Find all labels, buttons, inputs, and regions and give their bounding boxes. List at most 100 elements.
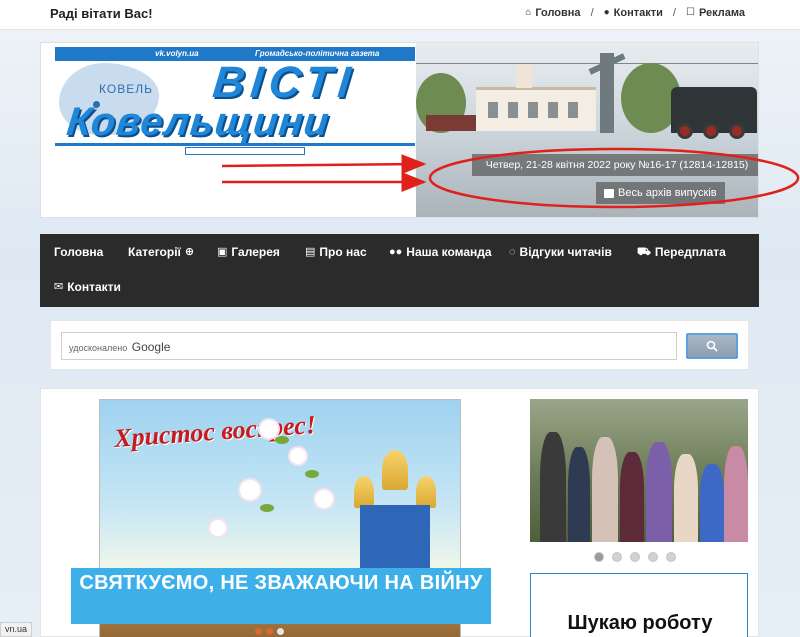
top-link-label: Контакти [613, 7, 663, 19]
issue-date-badge: Четвер, 21-28 квітня 2022 року №16-17 (1… [472, 154, 758, 176]
nav-item-label: Галерея [231, 245, 280, 259]
image-icon: ▣ [217, 245, 228, 258]
person [568, 447, 590, 542]
search-icon [706, 340, 718, 352]
blossom [290, 448, 306, 464]
site-header: vk.volyn.ua Громадсько-політична газета … [40, 42, 759, 218]
logo-rule [55, 143, 415, 146]
nav-item-team[interactable]: ●● Наша команда [389, 245, 492, 259]
job-search-title: Шукаю роботу [567, 612, 713, 634]
leaf [260, 504, 274, 512]
person [592, 437, 618, 542]
blossom [260, 420, 278, 438]
nav-item-gallery[interactable]: ▣ Галерея [217, 245, 280, 259]
comments-icon: ◌ [509, 245, 516, 258]
content-area: Христос воскрес! СВЯТКУЄМО, НЕ ЗВАЖАЮЧИ … [40, 388, 759, 637]
separator: / [590, 7, 594, 19]
nav-item-label: Про нас [319, 245, 367, 259]
greeting-text: Раді вітати Вас! [50, 6, 153, 21]
logo-slogan: Громадсько-політична газета [255, 49, 380, 58]
nav-item-label: Категорії [128, 245, 181, 259]
leaf [305, 470, 319, 478]
logo-frame [185, 147, 305, 155]
cart-icon: ⛟ [637, 245, 651, 258]
dome [416, 476, 436, 508]
slide-greeting: Христос воскрес! [113, 409, 317, 454]
nav-item-about[interactable]: ▤ Про нас [305, 245, 367, 259]
slider-dot[interactable] [277, 628, 284, 635]
slider-dot[interactable] [630, 552, 640, 562]
envelope-icon: ✉ [54, 280, 64, 293]
wheel [677, 123, 693, 139]
users-icon: ●● [389, 245, 403, 258]
top-link-advertising[interactable]: ☐ Реклама [686, 7, 745, 19]
top-link-home[interactable]: ⌂ Головна [525, 7, 580, 19]
slider-dot[interactable] [648, 552, 658, 562]
site-logo[interactable]: vk.volyn.ua Громадсько-політична газета … [55, 47, 415, 159]
person [700, 464, 724, 542]
nav-item-label: Передплата [654, 245, 726, 259]
slider-dot[interactable] [594, 552, 604, 562]
nav-item-label: Головна [54, 245, 104, 259]
top-link-contacts[interactable]: ● Контакти [604, 7, 663, 19]
window [488, 102, 498, 118]
wheel [729, 123, 745, 139]
main-nav: Головна Категорії ⊕ ▣ Галерея ▤ Про нас … [40, 234, 759, 307]
search-input[interactable] [61, 332, 677, 360]
nav-item-subscription[interactable]: ⛟ Передплата [637, 245, 726, 259]
slider-pagination [594, 552, 676, 562]
window [508, 102, 518, 118]
top-link-label: Реклама [698, 7, 745, 19]
person [674, 454, 698, 542]
header-photo: Четвер, 21-28 квітня 2022 року №16-17 (1… [416, 43, 758, 217]
nav-item-label: Відгуки читачів [519, 245, 612, 259]
nav-item-home[interactable]: Головна [54, 245, 103, 259]
archive-icon [604, 188, 614, 198]
top-link-label: Головна [535, 7, 581, 19]
search-button[interactable] [686, 333, 738, 359]
logo-title-line1: ВІСТІ [210, 58, 359, 107]
window [548, 102, 558, 118]
nav-item-reviews[interactable]: ◌ Відгуки читачів [509, 245, 612, 259]
locomotive [671, 87, 757, 139]
nav-item-label: Наша команда [406, 245, 492, 259]
job-search-widget[interactable]: Шукаю роботу [530, 573, 748, 637]
edit-icon: ☐ [685, 7, 695, 18]
monument [600, 53, 614, 133]
window [568, 102, 578, 118]
blossom [315, 490, 333, 508]
top-bar: Раді вітати Вас! ⌂ Головна / ● Контакти … [0, 0, 800, 30]
featured-slider-dots [255, 628, 284, 635]
nav-item-contacts[interactable]: ✉ Контакти [54, 280, 121, 294]
home-icon: ⌂ [525, 7, 532, 18]
person [540, 432, 566, 542]
wheel [703, 123, 719, 139]
chat-icon: ● [603, 7, 610, 18]
window [528, 102, 538, 118]
archive-link[interactable]: Весь архів випусків [596, 182, 725, 204]
slider-dot[interactable] [255, 628, 262, 635]
nav-item-categories[interactable]: Категорії ⊕ [128, 245, 194, 259]
nav-item-label: Контакти [67, 280, 121, 294]
person [646, 442, 672, 542]
slider-dot[interactable] [266, 628, 273, 635]
power-lines [416, 63, 758, 64]
archive-link-label: Весь архів випусків [618, 187, 717, 199]
station-building [476, 64, 596, 131]
church-illustration [350, 450, 440, 575]
separator: / [672, 7, 676, 19]
side-slider-photo[interactable] [530, 399, 748, 542]
logo-title-line2: Ковельщини [64, 100, 332, 144]
slider-dot[interactable] [612, 552, 622, 562]
slider-dot[interactable] [666, 552, 676, 562]
circle-arrow-icon: ⊕ [184, 245, 195, 258]
dome [382, 450, 408, 490]
dome [354, 476, 374, 508]
leaf [275, 436, 289, 444]
logo-url: vk.volyn.ua [155, 49, 199, 58]
document-icon: ▤ [305, 245, 316, 258]
blossom [210, 520, 226, 536]
map-label: КОВЕЛЬ [99, 82, 153, 96]
featured-headline[interactable]: СВЯТКУЄМО, НЕ ЗВАЖАЮЧИ НА ВІЙНУ [71, 568, 491, 624]
blossom [240, 480, 260, 500]
